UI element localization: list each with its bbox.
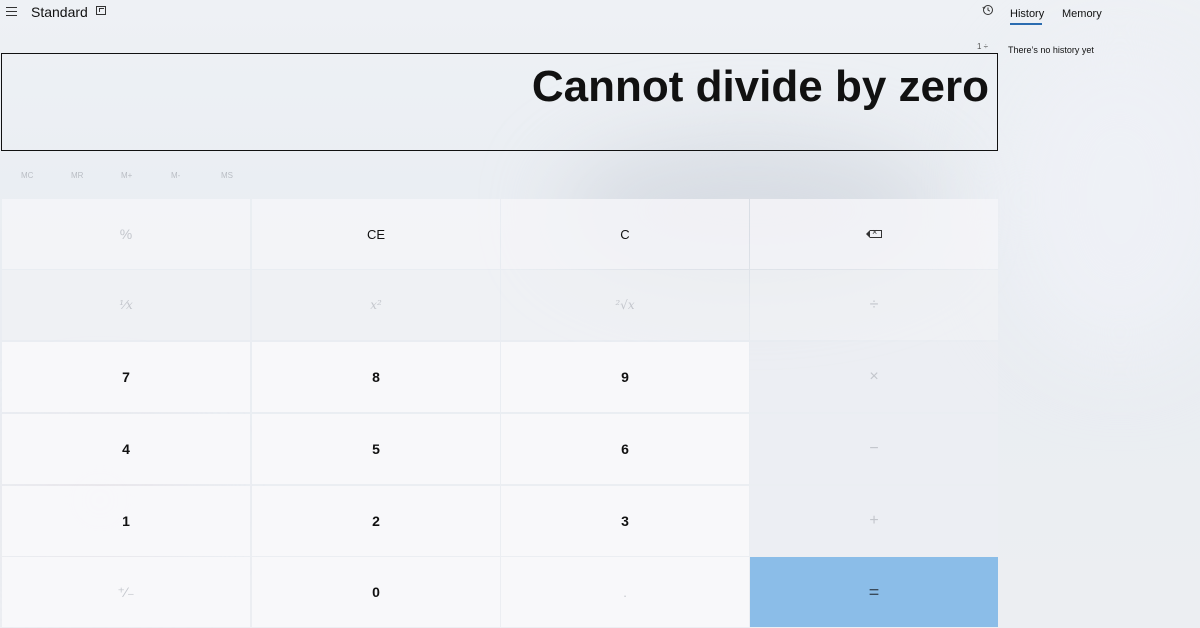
digit-9-button[interactable]: 9 [501, 342, 749, 412]
plus-button[interactable]: + [750, 486, 998, 556]
memory-clear-button[interactable]: MC [21, 171, 33, 180]
digit-7-label: 7 [122, 369, 130, 385]
digit-0-button[interactable]: 0 [252, 557, 500, 627]
keep-on-top-icon[interactable] [96, 6, 106, 15]
negate-label: ⁺⁄₋ [117, 583, 135, 600]
divide-button[interactable]: ÷ [750, 270, 998, 340]
equals-button[interactable]: = [750, 557, 998, 627]
minus-label: − [869, 440, 879, 457]
reciprocal-button[interactable]: ¹⁄x [2, 270, 250, 340]
digit-8-button[interactable]: 8 [252, 342, 500, 412]
decimal-button[interactable]: . [501, 557, 749, 627]
digit-8-label: 8 [372, 369, 380, 385]
divide-label: ÷ [869, 296, 879, 313]
digit-3-button[interactable]: 3 [501, 486, 749, 556]
clear-entry-label: CE [366, 226, 386, 242]
digit-6-button[interactable]: 6 [501, 414, 749, 484]
backspace-button[interactable] [750, 199, 998, 269]
backspace-icon [866, 227, 882, 238]
negate-button[interactable]: ⁺⁄₋ [2, 557, 250, 627]
multiply-label: × [869, 368, 879, 385]
digit-5-label: 5 [372, 441, 380, 457]
digit-5-button[interactable]: 5 [252, 414, 500, 484]
display-value: Cannot divide by zero [531, 62, 989, 111]
digit-2-label: 2 [372, 513, 380, 529]
square-root-label: ²√x [615, 298, 635, 312]
digit-1-label: 1 [122, 513, 130, 529]
tab-history[interactable]: History [1010, 8, 1044, 20]
hamburger-icon[interactable] [6, 4, 20, 18]
digit-6-label: 6 [621, 441, 629, 457]
history-icon[interactable] [982, 3, 994, 19]
mode-title: Standard [31, 4, 88, 20]
digit-1-button[interactable]: 1 [2, 486, 250, 556]
square-label: x² [370, 298, 382, 312]
digit-7-button[interactable]: 7 [2, 342, 250, 412]
plus-label: + [869, 512, 879, 529]
square-button[interactable]: x² [252, 270, 500, 340]
memory-add-button[interactable]: M+ [121, 171, 132, 180]
memory-store-button[interactable]: MS [221, 171, 233, 180]
minus-button[interactable]: − [750, 414, 998, 484]
decimal-label: . [623, 584, 627, 600]
tab-memory[interactable]: Memory [1062, 8, 1102, 20]
tab-history-underline [1010, 23, 1042, 25]
reciprocal-label: ¹⁄x [119, 298, 133, 312]
percent-button[interactable]: % [2, 199, 250, 269]
digit-3-label: 3 [621, 513, 629, 529]
clear-label: C [620, 226, 630, 242]
square-root-button[interactable]: ²√x [501, 270, 749, 340]
percent-label: % [119, 226, 133, 242]
history-empty-message: There’s no history yet [1008, 45, 1094, 55]
multiply-button[interactable]: × [750, 342, 998, 412]
result-display: Cannot divide by zero [1, 53, 998, 151]
equals-label: = [868, 581, 880, 602]
digit-9-label: 9 [621, 369, 629, 385]
digit-2-button[interactable]: 2 [252, 486, 500, 556]
memory-recall-button[interactable]: MR [71, 171, 83, 180]
digit-4-label: 4 [122, 441, 130, 457]
digit-4-button[interactable]: 4 [2, 414, 250, 484]
clear-button[interactable]: C [501, 199, 749, 269]
memory-subtract-button[interactable]: M- [171, 171, 180, 180]
digit-0-label: 0 [372, 584, 380, 600]
current-expression: 1 ÷ [977, 42, 989, 51]
clear-entry-button[interactable]: CE [252, 199, 500, 269]
